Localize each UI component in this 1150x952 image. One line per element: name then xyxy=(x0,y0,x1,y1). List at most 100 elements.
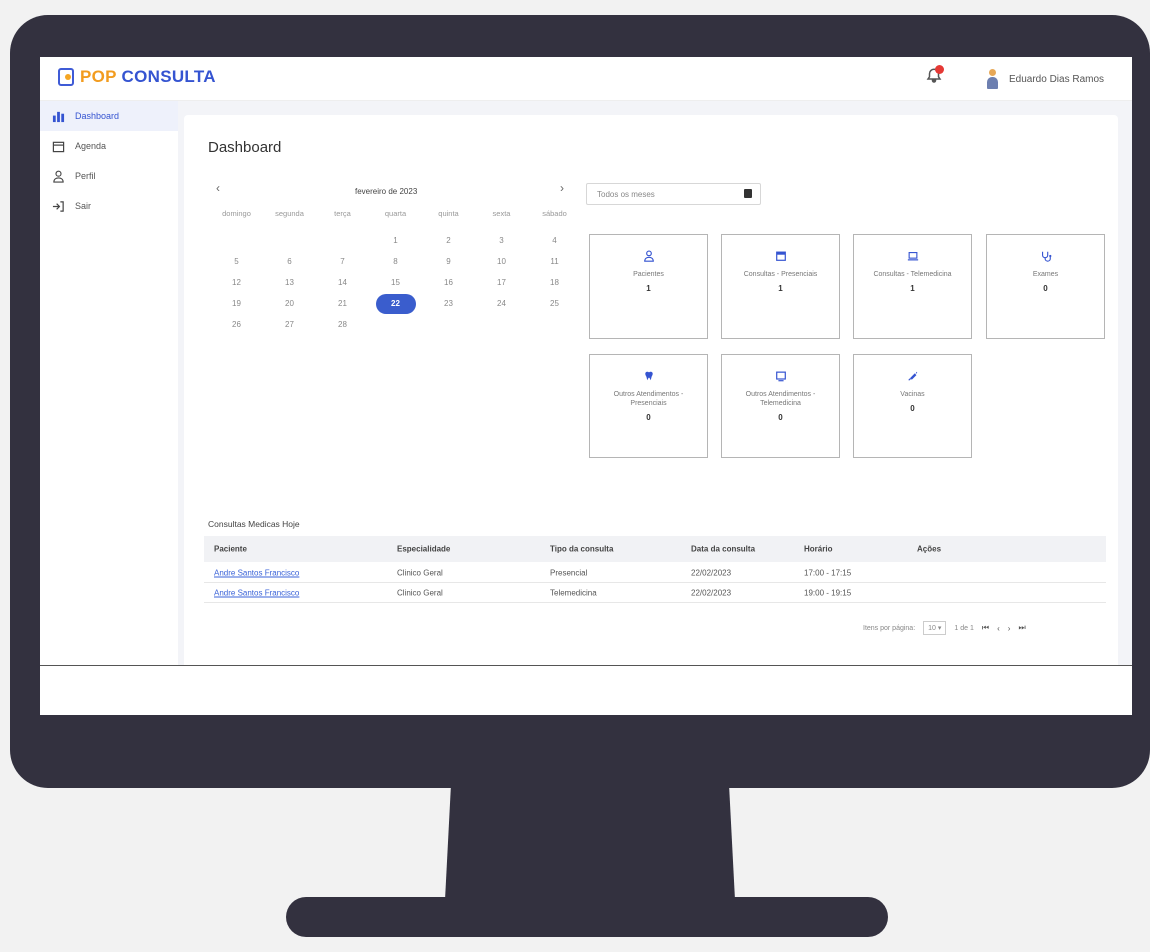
calendar-day[interactable]: 17 xyxy=(475,278,528,287)
calendar-day[interactable]: 11 xyxy=(528,257,581,266)
stat-card-exames[interactable]: Exames 0 xyxy=(986,234,1105,339)
column-header[interactable]: Paciente xyxy=(214,545,247,554)
weekday-label: quinta xyxy=(438,209,459,218)
column-header[interactable]: Data da consulta xyxy=(691,545,755,554)
person-icon xyxy=(53,170,64,183)
items-per-page-label: Itens por página: xyxy=(863,624,916,632)
calendar-picker-icon[interactable] xyxy=(744,189,752,198)
column-header[interactable]: Tipo da consulta xyxy=(550,545,613,554)
calendar-day[interactable]: 9 xyxy=(422,257,475,266)
stat-label: Outros Atendimentos - Telemedicina xyxy=(745,391,816,407)
sidebar-item-perfil[interactable]: Perfil xyxy=(40,161,178,191)
logo-consulta-text: CONSULTA xyxy=(121,67,216,86)
stat-card-outros-telemedicina[interactable]: Outros Atendimentos - Telemedicina 0 xyxy=(721,354,840,458)
logout-icon xyxy=(52,200,64,212)
calendar-day[interactable]: 16 xyxy=(422,278,475,287)
calendar-day[interactable]: 25 xyxy=(528,299,581,308)
calendar-day[interactable]: 23 xyxy=(422,299,475,308)
page-size-value: 10 xyxy=(928,625,936,632)
patient-link[interactable]: Andre Santos Francisco xyxy=(214,568,299,577)
first-page-button[interactable]: ⏮ xyxy=(982,623,989,633)
calendar-next-button[interactable]: › xyxy=(560,181,564,195)
calendar-prev-button[interactable]: ‹ xyxy=(216,181,220,195)
weekday-label: sábado xyxy=(542,209,567,218)
calendar-day[interactable]: 2 xyxy=(422,236,475,245)
monitor-neck xyxy=(445,788,735,900)
calendar-day[interactable]: 28 xyxy=(316,320,369,329)
stat-label: Vacinas xyxy=(900,391,925,398)
calendar-day[interactable]: 20 xyxy=(263,299,316,308)
calendar-day[interactable]: 14 xyxy=(316,278,369,287)
stat-card-consultas-telemedicina[interactable]: Consultas - Telemedicina 1 xyxy=(853,234,972,339)
user-menu[interactable]: Eduardo Dias Ramos xyxy=(985,69,1104,89)
notification-bell-icon[interactable] xyxy=(925,65,945,87)
calendar-day[interactable]: 4 xyxy=(528,236,581,245)
prev-page-button[interactable]: ‹ xyxy=(997,624,1000,633)
page-title: Dashboard xyxy=(208,139,282,156)
stat-value: 0 xyxy=(1043,284,1048,293)
calendar-day[interactable]: 27 xyxy=(263,320,316,329)
calendar-day-selected[interactable]: 22 xyxy=(369,293,422,314)
screen: POP CONSULTA Eduardo Dias Ramos Dashboar… xyxy=(40,57,1132,715)
table-row: Andre Santos Francisco Clinico Geral Pre… xyxy=(204,563,1106,583)
calendar-day[interactable]: 7 xyxy=(316,257,369,266)
calendar-day[interactable]: 5 xyxy=(210,257,263,266)
stat-label: Outros Atendimentos - Presenciais xyxy=(613,391,684,407)
stat-card-outros-presenciais[interactable]: Outros Atendimentos - Presenciais 0 xyxy=(589,354,708,458)
sidebar-item-label: Agenda xyxy=(75,141,107,151)
calendar-month-label[interactable]: fevereiro de 2023 xyxy=(355,187,417,196)
calendar-day[interactable]: 24 xyxy=(475,299,528,308)
app-logo[interactable]: POP CONSULTA xyxy=(58,67,216,87)
stethoscope-icon xyxy=(1041,251,1051,262)
calendar-day[interactable]: 21 xyxy=(316,299,369,308)
calendar-day[interactable]: 6 xyxy=(263,257,316,266)
monitor-base xyxy=(286,897,888,937)
month-filter-input[interactable]: Todos os meses xyxy=(586,183,761,205)
calendar-day[interactable]: 3 xyxy=(475,236,528,245)
calendar-day[interactable]: 18 xyxy=(528,278,581,287)
calendar-day[interactable]: 12 xyxy=(210,278,263,287)
calendar-day[interactable]: 10 xyxy=(475,257,528,266)
sidebar-item-dashboard[interactable]: Dashboard xyxy=(40,101,178,131)
column-header[interactable]: Especialidade xyxy=(397,545,450,554)
screen-bottom-strip xyxy=(40,665,1132,715)
calendar-day[interactable]: 1 xyxy=(369,236,422,245)
stat-value: 0 xyxy=(778,413,783,422)
next-page-button[interactable]: › xyxy=(1008,624,1011,633)
calendar-icon xyxy=(775,251,786,261)
calendar-day[interactable]: 26 xyxy=(210,320,263,329)
calendar-day[interactable]: 13 xyxy=(263,278,316,287)
tooth-icon xyxy=(644,371,653,381)
last-page-button[interactable]: ⏭ xyxy=(1018,623,1025,633)
stat-card-consultas-presenciais[interactable]: Consultas - Presenciais 1 xyxy=(721,234,840,339)
monitor-icon xyxy=(775,371,786,382)
user-name: Eduardo Dias Ramos xyxy=(1009,73,1105,85)
sidebar-item-agenda[interactable]: Agenda xyxy=(40,131,178,161)
weekday-label: segunda xyxy=(275,209,304,218)
stat-label: Consultas - Telemedicina xyxy=(873,271,952,278)
sidebar-item-label: Perfil xyxy=(75,171,96,181)
table-title: Consultas Medicas Hoje xyxy=(208,519,300,529)
calendar-day[interactable]: 8 xyxy=(369,257,422,266)
calendar-day[interactable]: 15 xyxy=(369,278,422,287)
calendar-weekdays: domingo segunda terça quarta quinta sext… xyxy=(210,203,582,224)
page-range-label: 1 de 1 xyxy=(954,624,974,632)
sidebar: Dashboard Agenda Perfil Sair xyxy=(40,101,178,665)
sidebar-item-label: Sair xyxy=(75,201,92,211)
sidebar-item-label: Dashboard xyxy=(75,111,120,121)
person-icon xyxy=(643,250,654,262)
stat-card-pacientes[interactable]: Pacientes 1 xyxy=(589,234,708,339)
patient-link[interactable]: Andre Santos Francisco xyxy=(214,588,299,597)
stat-value: 0 xyxy=(646,413,651,422)
weekday-label: domingo xyxy=(222,209,251,218)
calendar-day[interactable]: 19 xyxy=(210,299,263,308)
month-filter-placeholder: Todos os meses xyxy=(597,190,655,199)
column-header[interactable]: Horário xyxy=(804,545,832,554)
stat-card-vacinas[interactable]: Vacinas 0 xyxy=(853,354,972,458)
page-size-select[interactable]: 10 ▾ xyxy=(923,621,947,635)
chevron-down-icon: ▾ xyxy=(937,625,942,632)
stat-value: 1 xyxy=(910,284,915,293)
calendar-day-selected-label: 22 xyxy=(375,293,416,314)
paginator: Itens por página: 10 ▾ 1 de 1 ⏮ ‹ › ⏭ xyxy=(863,621,1026,635)
sidebar-item-sair[interactable]: Sair xyxy=(40,191,178,221)
